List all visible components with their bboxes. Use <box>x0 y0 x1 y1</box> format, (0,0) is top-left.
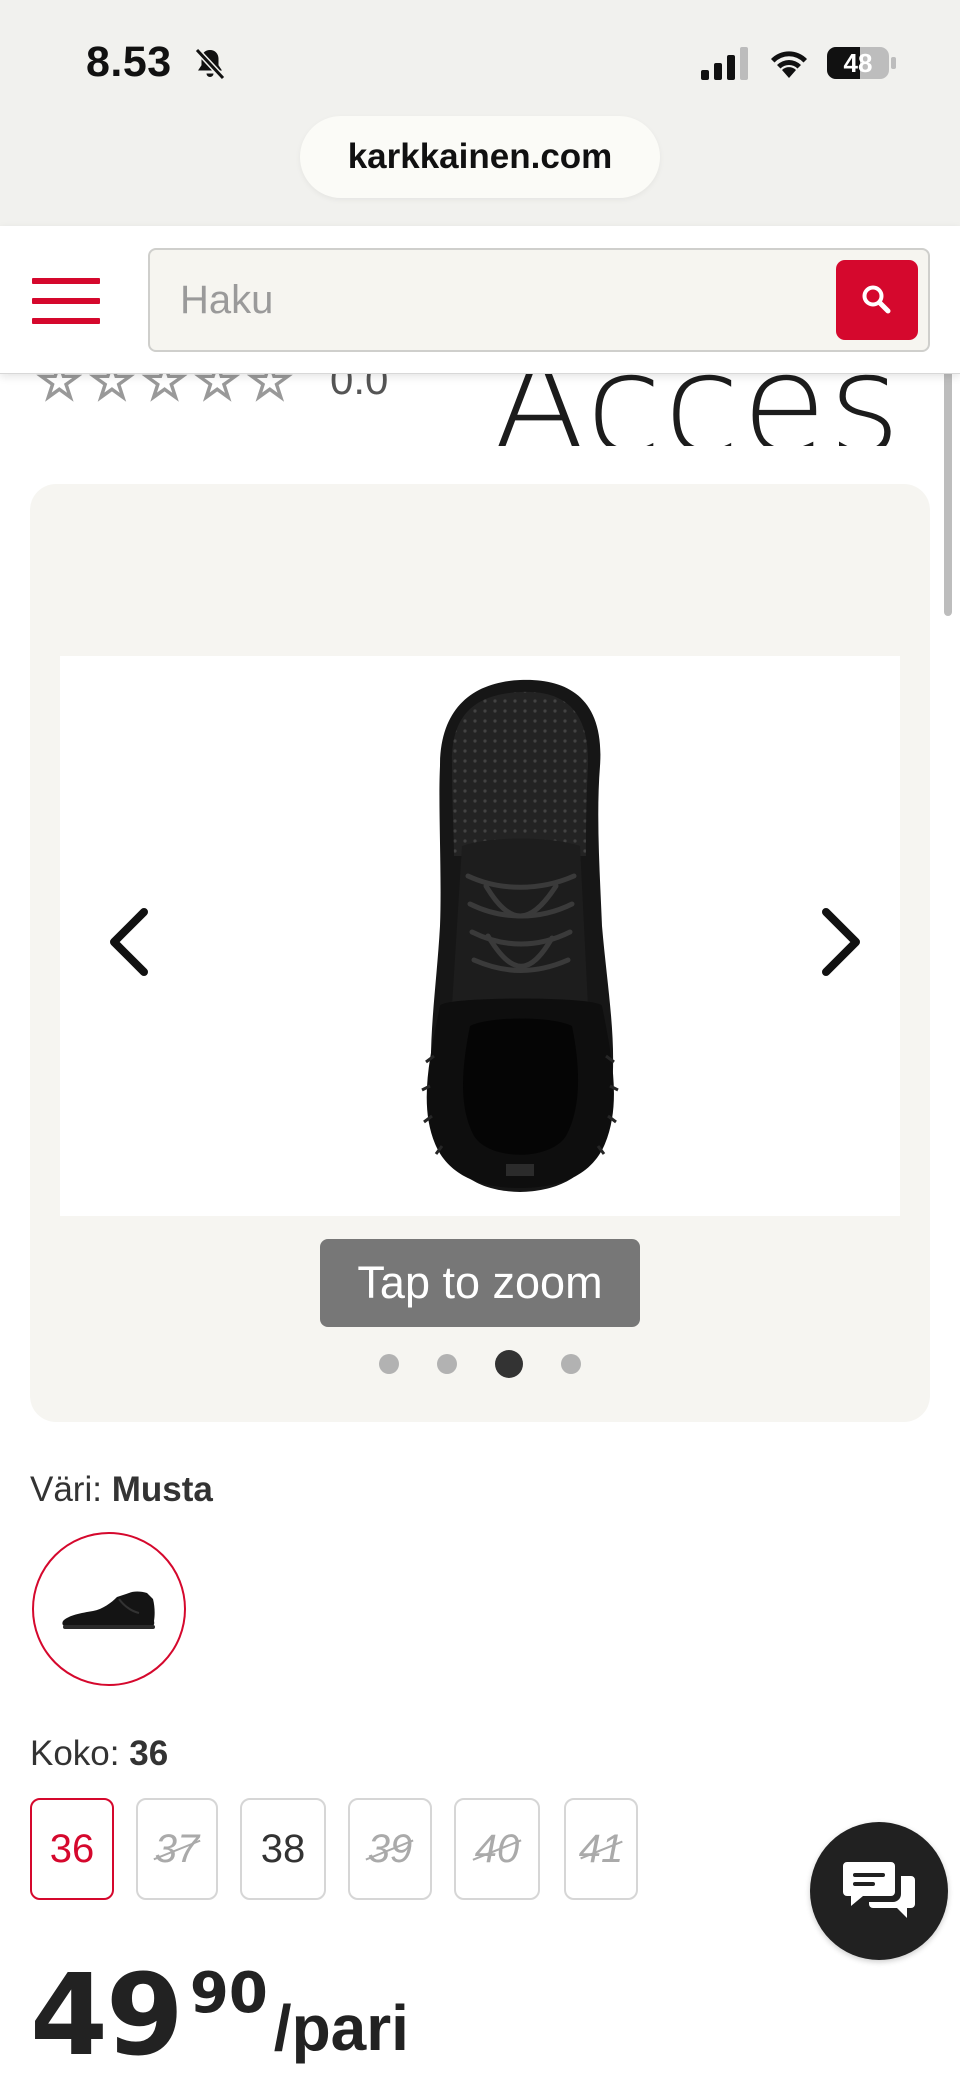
chat-button[interactable] <box>810 1822 948 1960</box>
search-icon <box>862 285 891 314</box>
price-unit: /pari <box>273 1992 409 2064</box>
address-bar[interactable]: karkkainen.com <box>300 116 660 198</box>
size-option-40[interactable]: 40 <box>454 1798 540 1900</box>
status-bar: 8.53 48 karkkainen.com <box>0 0 960 226</box>
price-integer: 49 <box>30 1951 184 2078</box>
product-price: 49 90 /pari <box>30 1960 409 2078</box>
size-option-label: 36 <box>49 1826 95 1871</box>
next-image-arrow-icon[interactable] <box>810 902 870 982</box>
gallery-dot-3-active[interactable] <box>495 1350 523 1378</box>
wifi-icon <box>771 51 807 78</box>
product-page: 8.53 48 karkkainen.com Haku ☆ ☆ ☆ ☆ ☆ 0.… <box>0 0 960 2078</box>
bell-muted-icon <box>194 47 226 81</box>
size-value: 36 <box>129 1734 169 1773</box>
product-image[interactable] <box>60 656 900 1216</box>
color-label-text: Väri: <box>30 1470 102 1509</box>
battery-indicator: 48 <box>826 45 898 81</box>
cellular-signal-icon <box>701 47 748 80</box>
previous-image-arrow-icon[interactable] <box>100 902 160 982</box>
product-gallery: Tap to zoom <box>30 484 930 1422</box>
gallery-dot-2[interactable] <box>437 1354 457 1374</box>
search-button[interactable] <box>836 260 918 340</box>
gallery-dot-4[interactable] <box>561 1354 581 1374</box>
gallery-pagination <box>30 1349 930 1379</box>
hamburger-menu-icon[interactable] <box>32 278 100 324</box>
price-decimal: 90 <box>189 1961 268 2026</box>
tap-to-zoom-button[interactable]: Tap to zoom <box>320 1239 640 1327</box>
color-label: Väri: Musta <box>30 1470 213 1510</box>
size-option-41[interactable]: 41 <box>564 1798 638 1900</box>
size-option-38[interactable]: 38 <box>240 1798 326 1900</box>
battery-level: 48 <box>843 48 873 78</box>
color-swatch-musta[interactable] <box>32 1532 186 1686</box>
status-time: 8.53 <box>86 38 172 86</box>
size-option-label: 38 <box>260 1826 306 1871</box>
shoe-top-view-image <box>421 679 619 1192</box>
color-value: Musta <box>111 1470 213 1509</box>
chat-bubbles-icon <box>843 1862 915 1918</box>
size-option-36[interactable]: 36 <box>30 1798 114 1900</box>
search-box <box>148 248 930 352</box>
shoe-thumbnail-image <box>62 1591 155 1629</box>
gallery-dot-1[interactable] <box>379 1354 399 1374</box>
size-option-39[interactable]: 39 <box>348 1798 432 1900</box>
search-input[interactable] <box>180 270 820 330</box>
size-option-37[interactable]: 37 <box>136 1798 218 1900</box>
site-header <box>0 226 960 374</box>
size-label-text: Koko: <box>30 1734 120 1773</box>
size-label: Koko: 36 <box>30 1734 168 1774</box>
